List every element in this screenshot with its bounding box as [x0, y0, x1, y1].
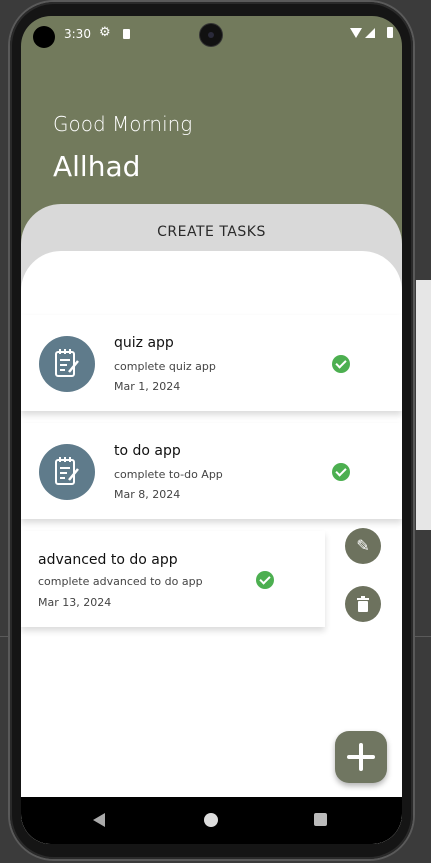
check-icon[interactable]	[332, 355, 350, 373]
add-task-button[interactable]	[335, 731, 387, 783]
create-tasks-title[interactable]: CREATE TASKS	[21, 224, 402, 240]
settings-icon: ⚙	[99, 25, 111, 40]
task-date: Mar 8, 2024	[114, 488, 181, 501]
task-card-swiped[interactable]: advanced to do app complete advanced to …	[21, 531, 325, 627]
task-title: to do app	[114, 443, 181, 459]
app-screen: 3:30 ⚙ Good Morning Allhad CREATE TASKS	[21, 16, 402, 844]
notepad-icon	[39, 444, 95, 500]
task-card[interactable]: quiz app complete quiz app Mar 1, 2024	[21, 315, 402, 411]
recents-icon[interactable]	[314, 813, 327, 826]
battery-icon	[387, 27, 393, 38]
task-card[interactable]: to do app complete to-do App Mar 8, 2024	[21, 423, 402, 519]
edit-icon: ✎	[356, 536, 370, 555]
task-date: Mar 13, 2024	[38, 596, 112, 609]
ide-panel-edge	[416, 280, 431, 530]
notepad-icon	[39, 336, 95, 392]
edit-button[interactable]: ✎	[345, 528, 381, 564]
status-time: 3:30	[64, 27, 91, 41]
task-date: Mar 1, 2024	[114, 380, 181, 393]
task-title: quiz app	[114, 335, 174, 351]
nav-bar	[21, 797, 402, 844]
task-title: advanced to do app	[38, 552, 178, 568]
delete-button[interactable]	[345, 586, 381, 622]
task-description: complete quiz app	[114, 360, 216, 373]
delete-icon	[357, 596, 369, 612]
signal-icon	[365, 28, 375, 38]
task-description: complete advanced to do app	[38, 575, 203, 588]
back-icon[interactable]	[93, 813, 105, 827]
greeting-text: Good Morning	[53, 112, 193, 136]
sd-card-icon	[123, 29, 130, 39]
wifi-icon	[350, 28, 362, 38]
front-camera	[200, 24, 222, 46]
camera-dot	[33, 26, 55, 48]
home-icon[interactable]	[204, 813, 218, 827]
check-icon[interactable]	[332, 463, 350, 481]
status-bar: 3:30 ⚙	[21, 16, 402, 52]
user-name: Allhad	[53, 150, 141, 183]
check-icon[interactable]	[256, 571, 274, 589]
task-description: complete to-do App	[114, 468, 223, 481]
